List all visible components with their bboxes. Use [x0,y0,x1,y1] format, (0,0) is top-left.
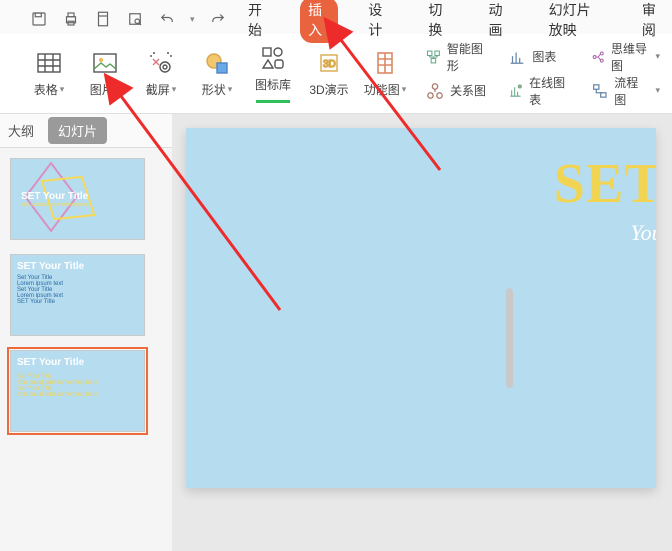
side-tabs: 大纲 幻灯片 [0,114,172,148]
flowchart-icon [591,82,609,100]
chevron-down-icon: ▾ [228,84,233,95]
sidetab-outline[interactable]: 大纲 [4,117,38,144]
thumb-title: SET Your Title [21,191,88,202]
current-slide[interactable]: SET Y You coul [186,128,656,488]
redo-icon[interactable] [209,10,227,28]
three-d-icon: 3D [315,49,343,77]
screenshot-icon [147,49,175,77]
thumb-title: SET Your Title [17,261,138,272]
slide-canvas[interactable]: SET Y You coul [172,114,672,551]
main-tabs: 开始 插入 设计 切换 动画 幻灯片放映 审阅 [240,6,672,34]
insert-online-chart-button[interactable]: 在线图表 [504,77,572,105]
thumbnail-scrollbar[interactable] [506,188,516,538]
smartart-label: 智能图形 [447,40,487,74]
table-label: 表格 [34,81,58,98]
chevron-down-icon: ▾ [60,84,65,95]
thumb-subtitle: You could add something here [21,202,88,208]
slide-thumbnail-3[interactable]: SET Your Title Set Your Title You could … [10,350,145,432]
shapes-label: 形状 [202,81,226,98]
thumb-content: Set Your Title Lorem ipsum text Set Your… [17,275,138,305]
slide-thumbnail-2[interactable]: SET Your Title Set Your Title Lorem ipsu… [10,254,145,336]
flowchart-label: 流程图 [614,74,649,108]
save-icon[interactable] [30,10,48,28]
insert-table-button[interactable]: 表格▾ [26,41,72,107]
slide-title: SET Y [554,152,656,216]
insert-flowchart-button[interactable]: 流程图 ▾ [587,77,664,105]
ribbon-small-col-3: 思维导图 ▾ 流程图 ▾ [587,43,664,105]
pdf-icon[interactable] [94,10,112,28]
shapes-icon [203,49,231,77]
insert-icons-button[interactable]: 图标库 [250,41,296,107]
insert-relation-button[interactable]: 关系图 [422,77,490,105]
svg-text:3D: 3D [323,59,336,70]
relation-label: 关系图 [450,82,486,99]
insert-mindmap-button[interactable]: 思维导图 ▾ [587,43,664,71]
tab-slideshow[interactable]: 幻灯片放映 [541,0,612,43]
scrollbar-thumb[interactable] [506,288,513,388]
ribbon-insert: 表格▾ 图片▾ 截屏▾ 形状▾ 图标库 3D 3D演示 功能图▾ 智能图形 关系… [0,34,672,114]
mindmap-icon [591,48,605,66]
table-icon [35,49,63,77]
undo-dropdown-icon[interactable]: ▾ [190,14,195,25]
active-underline [256,100,290,103]
smartart-icon [426,48,441,66]
online-chart-label: 在线图表 [529,74,569,108]
thumb-content: Set Your Title You could add something h… [17,374,138,398]
sidetab-slides[interactable]: 幻灯片 [48,117,107,144]
insert-screenshot-button[interactable]: 截屏▾ [138,41,184,107]
online-chart-icon [508,82,523,100]
tab-insert[interactable]: 插入 [300,0,338,43]
threeD-label: 3D演示 [309,81,348,98]
chevron-down-icon: ▾ [655,51,660,62]
ribbon-small-col-1: 智能图形 关系图 [422,43,490,105]
workspace: 大纲 幻灯片 SET Your Title You could add some… [0,114,672,551]
insert-picture-button[interactable]: 图片▾ [82,41,128,107]
mindmap-label: 思维导图 [611,40,649,74]
chevron-down-icon: ▾ [402,84,407,95]
icon-library-icon [259,44,287,72]
slide-panel: 大纲 幻灯片 SET Your Title You could add some… [0,114,172,551]
funcimg-label: 功能图 [364,81,400,98]
insert-shapes-button[interactable]: 形状▾ [194,41,240,107]
preview-icon[interactable] [126,10,144,28]
relation-icon [426,82,444,100]
insert-smartart-button[interactable]: 智能图形 [422,43,490,71]
function-img-icon [371,49,399,77]
chart-label: 图表 [532,48,556,65]
insert-3d-button[interactable]: 3D 3D演示 [306,41,352,107]
tab-review[interactable]: 审阅 [634,0,672,43]
picture-icon [91,49,119,77]
thumb-title: SET Your Title [17,357,138,368]
icons-label: 图标库 [255,76,291,93]
picture-label: 图片 [90,81,114,98]
tab-start[interactable]: 开始 [240,0,278,43]
ribbon-small-col-2: 图表 在线图表 [504,43,572,105]
print-icon[interactable] [62,10,80,28]
tab-design[interactable]: 设计 [360,0,398,43]
chart-icon [508,48,526,66]
slide-subtitle: You coul [630,220,656,246]
insert-function-img-button[interactable]: 功能图▾ [362,41,408,107]
chevron-down-icon: ▾ [655,85,660,96]
slide-thumbnail-1[interactable]: SET Your Title You could add something h… [10,158,145,240]
slide-thumbnails: SET Your Title You could add something h… [0,148,172,551]
screenshot-label: 截屏 [146,81,170,98]
tab-animation[interactable]: 动画 [481,0,519,43]
chevron-down-icon: ▾ [116,84,121,95]
insert-chart-button[interactable]: 图表 [504,43,572,71]
undo-icon[interactable] [158,10,176,28]
chevron-down-icon: ▾ [172,84,177,95]
tab-transition[interactable]: 切换 [420,0,458,43]
